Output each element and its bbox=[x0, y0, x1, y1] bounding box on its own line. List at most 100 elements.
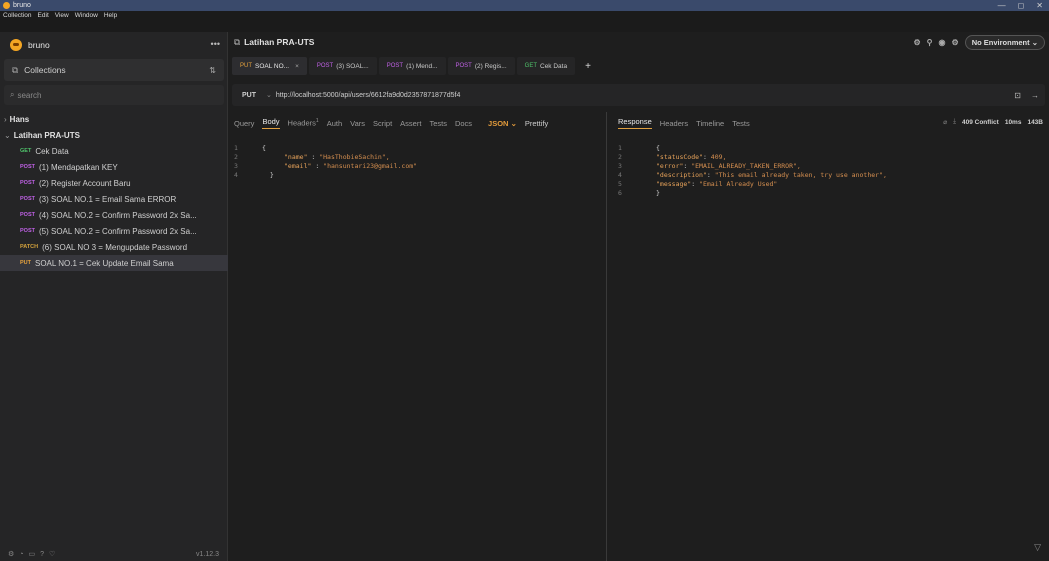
tab-res-tests[interactable]: Tests bbox=[732, 119, 750, 128]
request-item[interactable]: POST (4) SOAL NO.2 = Confirm Password 2x… bbox=[0, 207, 228, 223]
bruno-logo-icon bbox=[10, 38, 22, 51]
json-value: "HasThobieSachin", bbox=[319, 153, 390, 161]
sidebar: bruno ••• ⧉ Collections ⇅ ⌕ search › Han… bbox=[0, 32, 228, 561]
request-item-active[interactable]: PUT SOAL NO.1 = Cek Update Email Sama bbox=[0, 255, 228, 271]
close-button[interactable]: ✕ bbox=[1036, 1, 1043, 10]
environment-selector[interactable]: No Environment ⌄ bbox=[964, 35, 1045, 50]
json-value: "This email already taken, try use anoth… bbox=[714, 171, 887, 179]
collection-title[interactable]: Latihan PRA-UTS bbox=[244, 37, 314, 47]
tab-query[interactable]: Query bbox=[234, 119, 254, 128]
response-status-bar: ⌀ ⤓ 409 Conflict 10ms 143B bbox=[943, 118, 1043, 126]
terminal-icon[interactable]: ▭ bbox=[29, 550, 36, 558]
minimize-button[interactable]: — bbox=[998, 1, 1006, 10]
headers-count-badge: 1 bbox=[315, 118, 319, 125]
url-input[interactable]: http://localhost:5000/api/users/6612fa9d… bbox=[276, 92, 461, 99]
env-toolbar: ⚙ ⚲ ◉ ⚙ No Environment ⌄ bbox=[914, 35, 1045, 50]
request-item[interactable]: GET Cek Data bbox=[0, 143, 228, 159]
generate-code-icon[interactable]: ⊡ bbox=[1014, 91, 1021, 100]
download-icon[interactable]: ⤓ bbox=[953, 118, 956, 126]
tab-method: GET bbox=[524, 63, 537, 69]
code-line: "name" : "HasThobieSachin", bbox=[284, 153, 390, 161]
tab-res-headers[interactable]: Headers bbox=[660, 119, 688, 128]
filter-icon[interactable]: ▽ bbox=[1034, 542, 1041, 553]
code-line: "email" : "hansuntari23@gmail.com" bbox=[284, 162, 417, 170]
code-line: { bbox=[262, 144, 266, 152]
json-value: "Email Already Used" bbox=[699, 180, 778, 188]
send-arrow-icon[interactable]: → bbox=[1031, 91, 1039, 100]
tab-tests[interactable]: Tests bbox=[429, 119, 447, 128]
request-item[interactable]: POST (1) Mendapatkan KEY bbox=[0, 159, 228, 175]
menu-window[interactable]: Window bbox=[75, 12, 98, 19]
json-key: "error" bbox=[656, 162, 684, 170]
response-viewer[interactable]: 1 { 2 "statusCode": 409, 3 "error": "EMA… bbox=[618, 144, 1043, 554]
runner-icon[interactable]: ⚙ bbox=[914, 38, 921, 47]
code-line: } bbox=[656, 189, 660, 197]
request-tab[interactable]: POST (2) Regis... bbox=[447, 57, 515, 75]
request-item[interactable]: POST (2) Register Account Baru bbox=[0, 175, 228, 191]
request-item[interactable]: PATCH (6) SOAL NO 3 = Mengupdate Passwor… bbox=[0, 239, 228, 255]
add-tab-button[interactable]: + bbox=[577, 61, 591, 72]
tab-assert[interactable]: Assert bbox=[400, 119, 421, 128]
tab-body[interactable]: Body bbox=[262, 117, 280, 129]
help-icon[interactable]: ? bbox=[40, 551, 44, 558]
request-tab[interactable]: PUT SOAL NO... × bbox=[232, 57, 307, 75]
request-tab[interactable]: GET Cek Data bbox=[516, 57, 576, 75]
menu-help[interactable]: Help bbox=[104, 12, 117, 19]
json-key: "name" bbox=[284, 153, 308, 161]
menu-bar: Collection Edit View Window Help bbox=[0, 11, 1049, 32]
maximize-button[interactable]: ◻ bbox=[1018, 1, 1025, 10]
bruno-logo-icon bbox=[3, 2, 10, 9]
method-selector[interactable]: PUT bbox=[242, 92, 256, 99]
clear-icon[interactable]: ⌀ bbox=[943, 118, 947, 126]
request-name: (5) SOAL NO.2 = Confirm Password 2x Sa..… bbox=[38, 226, 197, 236]
collection-icon: ⧉ bbox=[234, 36, 241, 47]
method-badge: PATCH bbox=[20, 244, 39, 250]
request-tabs: PUT SOAL NO... × POST (3) SOAL... POST (… bbox=[232, 56, 591, 76]
sort-icon[interactable]: ⇅ bbox=[209, 66, 216, 75]
menu-edit[interactable]: Edit bbox=[38, 12, 49, 19]
method-badge: POST bbox=[20, 228, 35, 234]
json-sep: : bbox=[311, 162, 324, 170]
tab-docs[interactable]: Docs bbox=[455, 119, 472, 128]
json-value: "EMAIL_ALREADY_TAKEN_ERROR", bbox=[691, 162, 801, 170]
eye-icon[interactable]: ◉ bbox=[939, 38, 946, 47]
request-item[interactable]: POST (5) SOAL NO.2 = Confirm Password 2x… bbox=[0, 223, 228, 239]
search-input[interactable]: ⌕ search bbox=[4, 85, 224, 105]
gear-icon[interactable]: ⚙ bbox=[952, 38, 959, 47]
tab-vars[interactable]: Vars bbox=[350, 119, 365, 128]
collection-header: ⧉ Latihan PRA-UTS ⚙ ⚲ ◉ ⚙ No Environment… bbox=[228, 32, 1049, 52]
environment-label: No Environment bbox=[971, 38, 1030, 47]
menu-collection[interactable]: Collection bbox=[3, 12, 32, 19]
line-number: 2 bbox=[234, 153, 238, 161]
tab-headers[interactable]: Headers1 bbox=[288, 118, 319, 128]
request-tab[interactable]: POST (3) SOAL... bbox=[308, 57, 377, 75]
collection-latihan-pra-uts[interactable]: ⌄ Latihan PRA-UTS bbox=[0, 127, 228, 143]
tab-label: (2) Regis... bbox=[474, 62, 507, 70]
body-editor[interactable]: 1 { 2 "name" : "HasThobieSachin", 3 "ema… bbox=[234, 144, 596, 554]
tab-auth[interactable]: Auth bbox=[327, 119, 342, 128]
body-mode-selector[interactable]: JSON ⌄ bbox=[488, 119, 517, 128]
request-name: (2) Register Account Baru bbox=[38, 178, 131, 188]
close-icon[interactable]: × bbox=[295, 63, 299, 70]
line-number: 3 bbox=[234, 162, 238, 170]
tab-timeline[interactable]: Timeline bbox=[696, 119, 724, 128]
more-options-button[interactable]: ••• bbox=[211, 39, 220, 49]
request-pane-tabs: Query Body Headers1 Auth Vars Script Ass… bbox=[228, 112, 606, 134]
tab-label: Cek Data bbox=[540, 62, 568, 70]
run-icon[interactable]: ⚲ bbox=[927, 38, 933, 47]
tab-method: PUT bbox=[240, 63, 252, 69]
menu-view[interactable]: View bbox=[55, 12, 69, 19]
chevron-down-icon: ⌄ bbox=[510, 118, 517, 128]
prettify-button[interactable]: Prettify bbox=[525, 119, 548, 128]
request-tab[interactable]: POST (1) Mend... bbox=[378, 57, 446, 75]
collection-hans[interactable]: › Hans bbox=[0, 111, 228, 127]
request-item[interactable]: POST (3) SOAL NO.1 = Email Sama ERROR bbox=[0, 191, 228, 207]
tab-script[interactable]: Script bbox=[373, 119, 392, 128]
settings-icon[interactable]: ⚙ bbox=[8, 550, 14, 558]
collections-header[interactable]: ⧉ Collections ⇅ bbox=[4, 59, 224, 81]
response-size: 143B bbox=[1027, 118, 1043, 126]
tab-response[interactable]: Response bbox=[618, 117, 652, 129]
cookies-icon[interactable]: ◔ bbox=[19, 551, 23, 558]
heart-icon[interactable]: ♡ bbox=[49, 550, 55, 558]
pane-divider[interactable] bbox=[606, 112, 607, 561]
